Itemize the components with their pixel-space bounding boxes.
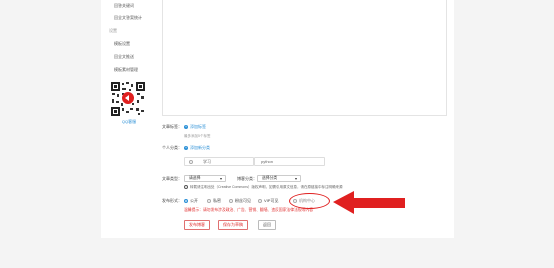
publish-blog-button[interactable]: 发布博客 xyxy=(184,220,210,230)
annotation-arrow-icon xyxy=(333,191,405,214)
sidebar-item-template[interactable]: 模板设置 xyxy=(114,41,130,47)
publish-option-vip[interactable]: VIP可见 xyxy=(258,198,278,204)
blog-category-select[interactable]: 选择分类 ▾ xyxy=(257,175,301,182)
tags-label: 文章标签： xyxy=(162,124,182,129)
category-input-right[interactable]: python xyxy=(254,157,325,166)
back-button[interactable]: 返回 xyxy=(258,220,276,230)
blog-category-label: 博客分类： xyxy=(237,176,257,181)
sidebar-item-materials[interactable]: 模板素材管理 xyxy=(114,67,138,73)
category-label: 个人分类： xyxy=(162,145,182,150)
sidebar-section-settings: 设置 xyxy=(109,28,117,33)
sidebar: 回答关键词 回全文答案统计 设置 模板设置 回全文推送 模板素材管理 QQ客服 xyxy=(101,0,157,238)
category-input-left[interactable]: 学习 xyxy=(184,157,254,166)
sidebar-item-stats[interactable]: 回全文答案统计 xyxy=(114,15,142,21)
info-icon xyxy=(184,185,188,190)
publish-option-fans[interactable]: 粉丝可见 xyxy=(229,198,251,204)
article-editor[interactable] xyxy=(162,0,447,116)
radio-icon xyxy=(184,198,188,203)
annotation-ellipse xyxy=(289,193,330,209)
caret-down-icon: ▾ xyxy=(294,176,297,181)
license-note: 转载请注明出处（Creative Commons）版权声明，如需引用原文信息，请… xyxy=(184,185,342,190)
publish-option-public[interactable]: 公开 xyxy=(184,198,198,204)
checkbox-icon xyxy=(189,159,193,164)
add-category-button[interactable]: + 添加新分类 xyxy=(184,145,210,151)
warning-text: 温馨提示：请勿发布涉及政治、广告、营销、翻墙、违反国家法律法规等内容 xyxy=(184,208,314,212)
qq-service-link[interactable]: QQ客服 xyxy=(101,119,157,125)
add-tag-button[interactable]: + 添加标签 xyxy=(184,124,206,130)
radio-icon xyxy=(207,198,211,203)
save-draft-button[interactable]: 保存为草稿 xyxy=(218,220,248,230)
sidebar-item-push[interactable]: 回全文推送 xyxy=(114,54,134,60)
plus-icon: + xyxy=(184,145,188,150)
article-type-label: 文章类型： xyxy=(162,176,182,181)
radio-icon xyxy=(258,198,262,203)
plus-icon: + xyxy=(184,124,188,129)
radio-icon xyxy=(229,198,233,203)
publish-form-label: 发布形式： xyxy=(162,198,182,203)
tags-hint: 最多添加5个标签 xyxy=(184,134,211,138)
article-type-select[interactable]: 请选择 ▾ xyxy=(184,175,226,182)
sidebar-item-keywords[interactable]: 回答关键词 xyxy=(114,3,134,9)
qr-code-image xyxy=(110,81,146,117)
publish-option-private[interactable]: 私密 xyxy=(207,198,221,204)
caret-down-icon: ▾ xyxy=(219,176,222,181)
